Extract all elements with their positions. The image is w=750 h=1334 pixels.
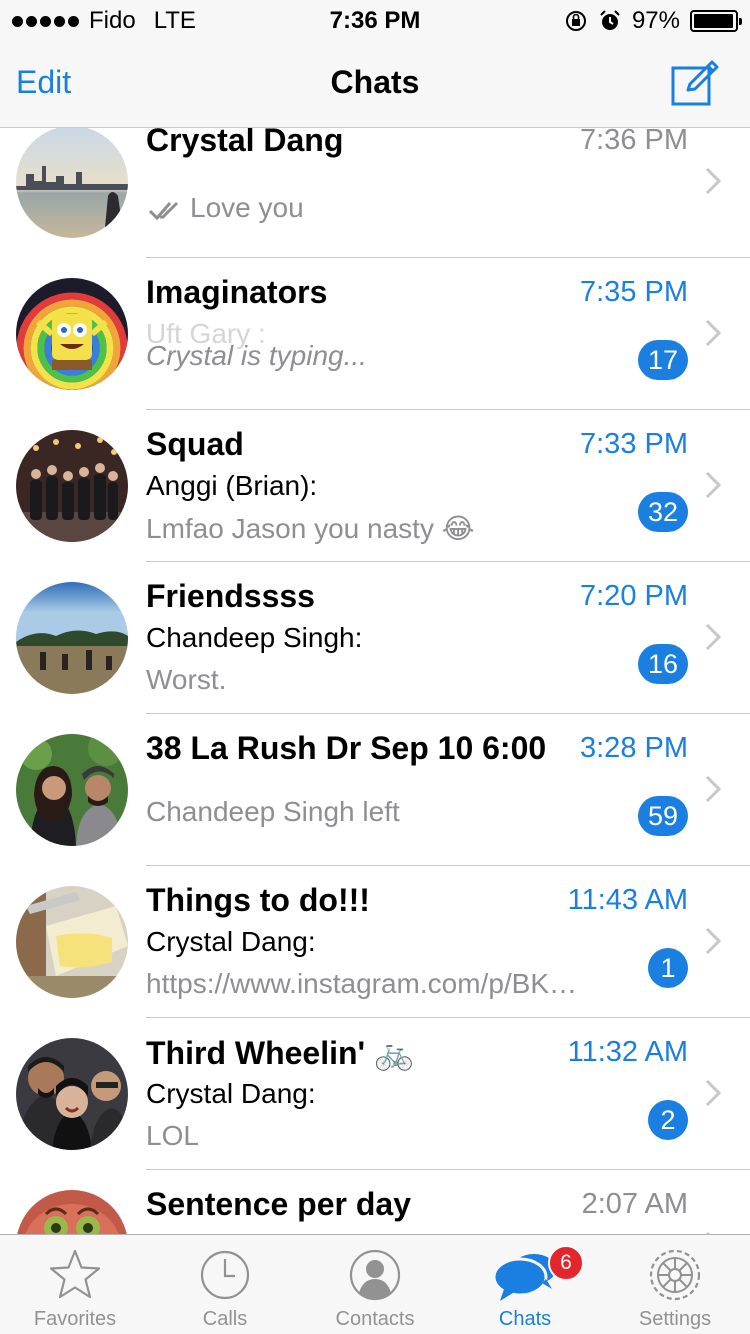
chat-time: 2:07 AM [581,1188,688,1220]
chat-sender: Anggi (Brian): [146,470,318,501]
avatar [16,128,128,238]
chat-time: 7:35 PM [580,276,688,308]
tab-favorites[interactable]: Favorites [0,1235,150,1334]
chat-name: Crystal Dang [146,128,344,158]
chat-name: Sentence per day [146,1186,411,1222]
chat-row[interactable]: Third Wheelin' 🚲 11:32 AM Crystal Dang: … [0,1018,750,1170]
chat-preview: Worst. [146,664,227,695]
tab-label: Calls [202,1308,248,1330]
tab-calls[interactable]: Calls [150,1235,300,1334]
read-receipt-icon [148,201,179,221]
chats-tab-badge: 6 [548,1245,584,1281]
alarm-icon [600,10,620,30]
chevron-right-icon [705,623,722,651]
avatar [16,1190,128,1234]
chat-row[interactable]: Things to do!!! 11:43 AM Crystal Dang: h… [0,866,750,1018]
clock-icon [200,1250,250,1300]
status-right: 97% [564,7,742,35]
tab-label: Contacts [335,1308,415,1330]
avatar [16,430,128,542]
chevron-right-icon [705,775,722,803]
rotation-lock-icon [565,11,586,31]
chat-time: 3:28 PM [580,732,688,764]
unread-badge: 16 [637,644,688,684]
chat-name: Friendssss [146,578,315,614]
chat-name: Squad [146,426,244,462]
battery-fill [694,14,733,28]
chat-sender: Crystal Dang: [146,926,316,957]
page-title: Chats [330,64,420,100]
chat-preview: Chandeep Singh left [146,796,400,827]
chat-row[interactable]: 38 La Rush Dr Sep 10 6:00 3:28 PM Chande… [0,714,750,866]
chevron-right-icon [705,167,722,195]
battery-percent: 97% [631,7,680,34]
avatar [16,278,128,390]
chat-preview: Love you [190,192,304,223]
chevron-right-icon [705,927,722,955]
avatar [16,1038,128,1150]
tab-contacts[interactable]: Contacts [300,1235,450,1334]
chat-preview: https://www.instagram.com/p/BK… [146,968,578,999]
nav-bar: Edit Chats [0,40,750,128]
unread-badge: 17 [637,340,688,380]
avatar [16,886,128,998]
chat-row[interactable]: Squad 7:33 PM Anggi (Brian): Lmfao Jason… [0,410,750,562]
chat-time: 7:20 PM [580,580,688,612]
chevron-right-icon [705,471,722,499]
contact-icon [349,1249,401,1301]
avatar [16,582,128,694]
chat-sender: Crystal Dang: [146,1078,316,1109]
chat-row[interactable]: Crystal Dang 7:36 PM Love you [0,128,750,258]
gear-icon [649,1249,701,1301]
chevron-right-icon [705,1079,722,1107]
chevron-right-icon [705,319,722,347]
tab-chats[interactable]: 6 Chats [450,1235,600,1334]
chat-time: 11:32 AM [567,1036,688,1068]
chat-name: Third Wheelin' 🚲 [146,1035,414,1071]
typing-indicator: Crystal is typing... [146,340,367,371]
chat-name: Things to do!!! [146,882,370,918]
chat-time: 7:36 PM [580,128,688,156]
chat-list: Crystal Dang 7:36 PM Love you Imaginator… [0,128,750,1234]
unread-badge: 1 [648,948,688,988]
chat-time: 7:33 PM [580,428,688,460]
avatar [16,734,128,846]
chat-sender: Chandeep Singh: [146,622,363,653]
unread-badge: 2 [648,1100,688,1140]
unread-badge: 32 [637,492,688,532]
chat-name: Imaginators [146,274,328,310]
star-icon [49,1249,101,1299]
compose-icon[interactable] [670,58,720,108]
unread-badge: 59 [637,796,688,836]
tab-bar: Favorites Calls Contacts 6 Chats Setting… [0,1234,750,1334]
chat-time: 11:43 AM [567,884,688,916]
tab-label: Favorites [33,1308,117,1330]
tab-label: Settings [638,1308,712,1330]
status-bar: Fido LTE 7:36 PM 97% [0,0,750,40]
chat-row[interactable]: Sentence per day 2:07 AM [0,1170,750,1234]
chat-preview: LOL [146,1120,199,1151]
battery-icon [690,10,742,32]
chat-row[interactable]: Friendssss 7:20 PM Chandeep Singh: Worst… [0,562,750,714]
tab-label: Chats [498,1308,552,1330]
chat-row[interactable]: Imaginators 7:35 PM Uft Gary : Crystal i… [0,258,750,410]
chat-name: 38 La Rush Dr Sep 10 6:00 [146,730,547,766]
tab-settings[interactable]: Settings [600,1235,750,1334]
chat-preview: Lmfao Jason you nasty 😂 [146,513,475,544]
